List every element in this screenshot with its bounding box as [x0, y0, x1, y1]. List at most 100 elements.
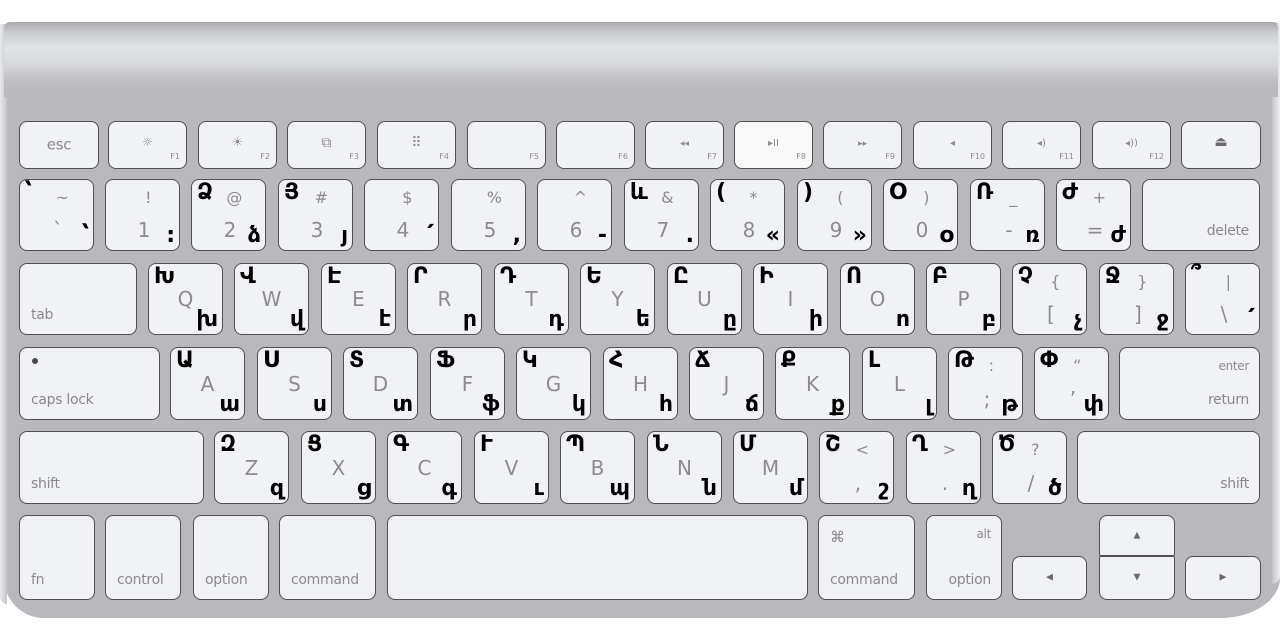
key-minus[interactable]: Ռ _ - ռ	[970, 179, 1045, 251]
key-f2[interactable]: ☀ F2	[198, 121, 277, 169]
armenian-lowercase: բ	[981, 307, 996, 332]
key-f11[interactable]: ◂) F11	[1002, 121, 1081, 169]
key-4[interactable]: $4 ՛	[364, 179, 439, 251]
key-m[interactable]: ՄMմ	[733, 431, 808, 504]
key-fn[interactable]: fn	[19, 515, 95, 600]
key-9[interactable]: ) (9 »	[797, 179, 872, 251]
key-backslash[interactable]: ՞ | \ ՛	[1185, 263, 1260, 335]
latin-letter: A	[200, 371, 215, 396]
key-label: fn	[31, 572, 45, 588]
key-u[interactable]: ԸUը	[667, 263, 742, 335]
key-p[interactable]: ԲPբ	[926, 263, 1001, 335]
key-shift-left[interactable]: shift	[19, 431, 204, 504]
armenian-lowercase: գ	[441, 476, 458, 501]
key-f9[interactable]: ▸▸ F9	[823, 121, 902, 169]
armenian-uppercase: Հ	[609, 348, 624, 373]
key-n[interactable]: ՆNն	[647, 431, 722, 504]
armenian-lowercase: կ	[571, 392, 586, 417]
key-8[interactable]: (* 8 «	[710, 179, 785, 251]
key-f8[interactable]: ▸II F8	[734, 121, 813, 169]
key-command-right[interactable]: ⌘ command	[818, 515, 915, 600]
key-grave[interactable]: ՝ ~ ` ՝	[19, 179, 94, 251]
key-esc[interactable]: esc	[19, 121, 99, 169]
key-f1[interactable]: ☼ F1	[108, 121, 187, 169]
key-quote[interactable]: Փ “ ’ փ	[1034, 347, 1109, 420]
key-space[interactable]	[387, 515, 808, 600]
key-bracket-right[interactable]: Ջ}] ջ	[1099, 263, 1174, 335]
key-7[interactable]: և & 7.	[624, 179, 699, 251]
key-o[interactable]: ՈOո	[840, 263, 915, 335]
key-6[interactable]: ^ 6-	[537, 179, 612, 251]
key-delete[interactable]: delete	[1142, 179, 1260, 251]
key-f4[interactable]: ⠿ F4	[377, 121, 456, 169]
armenian-uppercase: Օ	[889, 180, 906, 205]
key-2[interactable]: Ձ @2 ձ	[191, 179, 266, 251]
key-r[interactable]: ՐRր	[407, 263, 482, 335]
armenian-uppercase: Է	[327, 264, 342, 289]
key-0[interactable]: Օ) 0 օ	[883, 179, 958, 251]
base-symbol: /	[1027, 471, 1035, 495]
key-z[interactable]: ԶZզ	[214, 431, 289, 504]
key-option-left[interactable]: option	[193, 515, 269, 600]
key-c[interactable]: ԳCգ	[387, 431, 462, 504]
key-3[interactable]: Յ #3 յ	[278, 179, 353, 251]
key-arrow-up[interactable]: ▲	[1099, 515, 1175, 556]
key-i[interactable]: ԻIի	[753, 263, 828, 335]
key-comma[interactable]: Շ <, շ	[819, 431, 894, 504]
key-caps-lock[interactable]: caps lock	[19, 347, 160, 420]
key-arrow-down[interactable]: ▼	[1099, 556, 1175, 600]
key-shift-right[interactable]: shift	[1077, 431, 1260, 504]
key-option-right[interactable]: alt option	[926, 515, 1002, 600]
key-f3[interactable]: ⧉ F3	[287, 121, 366, 169]
key-control[interactable]: control	[105, 515, 181, 600]
base-symbol: =	[1086, 218, 1104, 242]
key-s[interactable]: ՍSս	[257, 347, 332, 420]
shifted-symbol: &	[661, 188, 674, 207]
key-period[interactable]: Ղ >. ղ	[906, 431, 981, 504]
key-a[interactable]: ԱAա	[170, 347, 245, 420]
key-5[interactable]: % 5,	[451, 179, 526, 251]
key-g[interactable]: ԿGկ	[516, 347, 591, 420]
key-x[interactable]: ՑXց	[301, 431, 376, 504]
key-b[interactable]: ՊBպ	[560, 431, 635, 504]
key-t[interactable]: ԴTդ	[494, 263, 569, 335]
key-f7[interactable]: ◂◂ F7	[645, 121, 724, 169]
key-d[interactable]: ՏDտ	[343, 347, 418, 420]
key-slash[interactable]: Ծ? / ծ	[992, 431, 1067, 504]
base-symbol: ]	[1134, 302, 1142, 326]
key-f12[interactable]: ◂)) F12	[1092, 121, 1171, 169]
key-arrow-left[interactable]: ◀	[1012, 556, 1087, 600]
key-f6[interactable]: F6	[556, 121, 635, 169]
key-semicolon[interactable]: Թ:; թ	[948, 347, 1023, 420]
key-command-left[interactable]: command	[279, 515, 376, 600]
armenian-uppercase: Չ	[1018, 264, 1033, 289]
key-e[interactable]: ԷEէ	[321, 263, 396, 335]
key-w[interactable]: ՎWվ	[234, 263, 309, 335]
key-tab[interactable]: tab	[19, 263, 137, 335]
key-q[interactable]: ԽQխ	[148, 263, 223, 335]
armenian-uppercase: Բ	[932, 264, 949, 289]
key-equals[interactable]: Ժ + = ժ	[1056, 179, 1131, 251]
latin-letter: U	[697, 287, 712, 311]
key-v[interactable]: ՒVւ	[474, 431, 549, 504]
key-f[interactable]: ՖFֆ	[430, 347, 505, 420]
key-eject[interactable]: ⏏	[1181, 121, 1261, 169]
key-f5[interactable]: F5	[467, 121, 546, 169]
key-h[interactable]: ՀHհ	[603, 347, 678, 420]
armenian-uppercase: Ւ	[480, 432, 493, 457]
key-return[interactable]: enter return	[1119, 347, 1260, 420]
key-y[interactable]: ԵYե	[580, 263, 655, 335]
key-1[interactable]: ! 1:	[105, 179, 180, 251]
key-bracket-left[interactable]: Չ {[չ	[1012, 263, 1087, 335]
key-k[interactable]: ՔKք	[775, 347, 850, 420]
key-arrow-right[interactable]: ▶	[1185, 556, 1261, 600]
shifted-symbol: >	[942, 440, 957, 459]
key-f10[interactable]: ◂ F10	[913, 121, 992, 169]
key-l[interactable]: ԼLլ	[862, 347, 937, 420]
latin-letter: W	[261, 287, 282, 311]
key-label-return: return	[1207, 392, 1249, 408]
arrow-left-icon: ◀	[1046, 572, 1053, 583]
base-symbol: 8	[742, 218, 756, 242]
latin-letter: L	[893, 371, 906, 396]
key-j[interactable]: ՃJճ	[689, 347, 764, 420]
